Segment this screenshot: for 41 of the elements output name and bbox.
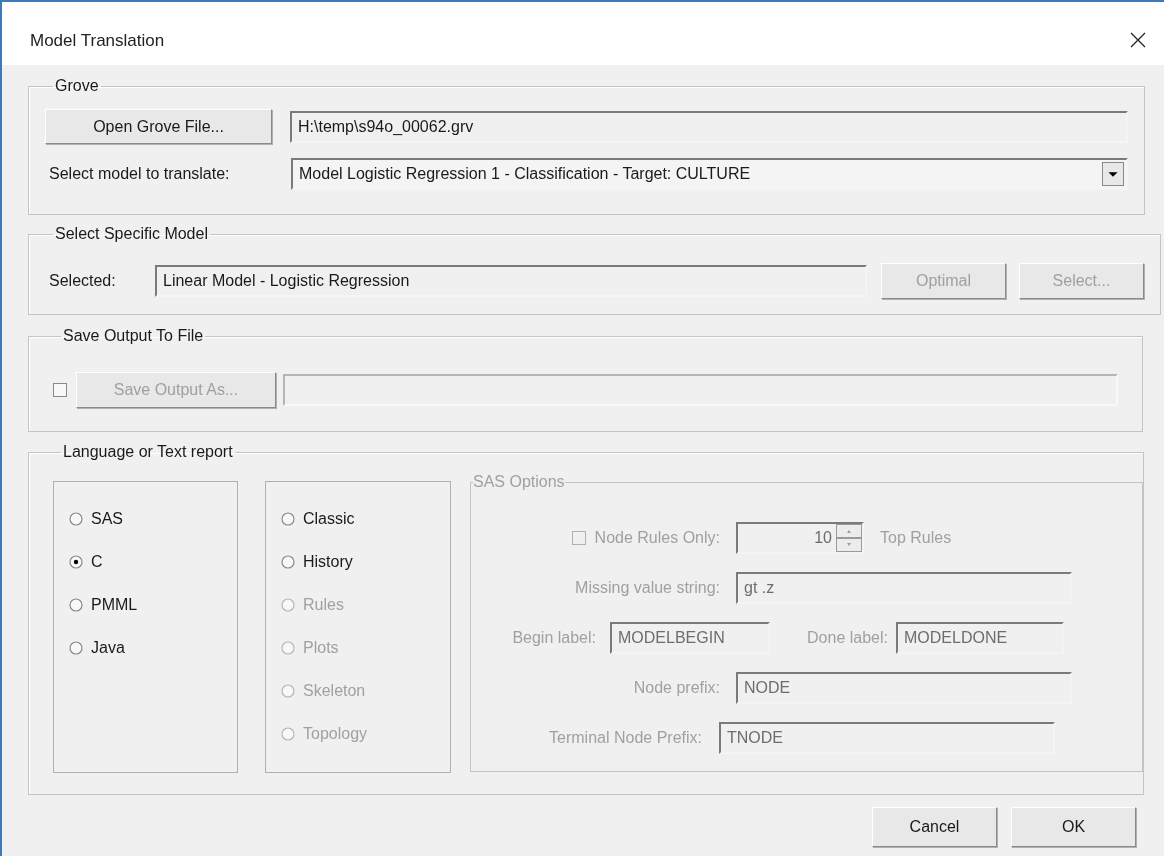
field-label: Select model to translate: <box>48 164 231 184</box>
group-title: Grove <box>54 76 100 96</box>
dialog-button[interactable]: Cancel <box>872 807 997 847</box>
radio-label: SAS <box>91 508 123 529</box>
radio-button[interactable] <box>281 554 295 569</box>
radio-label: Plots <box>303 637 339 658</box>
radio-button[interactable] <box>69 597 83 612</box>
radio-label: PMML <box>91 594 138 615</box>
radio-label: Java <box>91 637 125 658</box>
field-label: Begin label: <box>511 628 596 648</box>
field-label: Missing value string: <box>574 578 720 598</box>
radio-button[interactable] <box>69 640 83 655</box>
group-title: Language or Text report <box>62 442 234 462</box>
radio-label: History <box>303 551 353 572</box>
field-label: Node prefix: <box>632 678 720 698</box>
field-label: Terminal Node Prefix: <box>548 728 702 748</box>
window-title: Model Translation <box>30 29 165 52</box>
field-label: Node Rules Only: <box>594 528 720 548</box>
open-file-button[interactable]: Open Grove File... <box>45 109 272 144</box>
group-title: Select Specific Model <box>54 224 209 244</box>
field-label: Done label: <box>806 628 888 648</box>
radio-label: Classic <box>303 508 355 529</box>
radio-label: C <box>91 551 103 572</box>
radio-label: Skeleton <box>303 680 366 701</box>
radio-label: Rules <box>303 594 344 615</box>
model-dropdown[interactable]: Model Logistic Regression 1 - Classification - Target: CULTURE <box>291 158 1128 190</box>
selected-model-field[interactable]: Linear Model - Logistic Regression <box>155 265 867 297</box>
dialog-button[interactable]: OK <box>1011 807 1136 847</box>
file-path-field[interactable]: H:\temp\s94o_00062.grv <box>290 110 1128 143</box>
radio-button[interactable] <box>281 511 295 526</box>
field-label: Top Rules <box>880 528 952 548</box>
field-label: Selected: <box>48 271 117 291</box>
group-title: Save Output To File <box>62 326 205 346</box>
spinner-arrows-icon[interactable] <box>836 524 862 552</box>
radio-button[interactable] <box>69 554 83 569</box>
output-path-field[interactable] <box>283 374 1118 406</box>
close-icon[interactable] <box>1130 31 1146 48</box>
radio-label: Topology <box>303 723 368 744</box>
radio-button[interactable] <box>69 511 83 526</box>
group-title: SAS Options <box>473 472 565 492</box>
checkbox[interactable] <box>53 383 67 397</box>
